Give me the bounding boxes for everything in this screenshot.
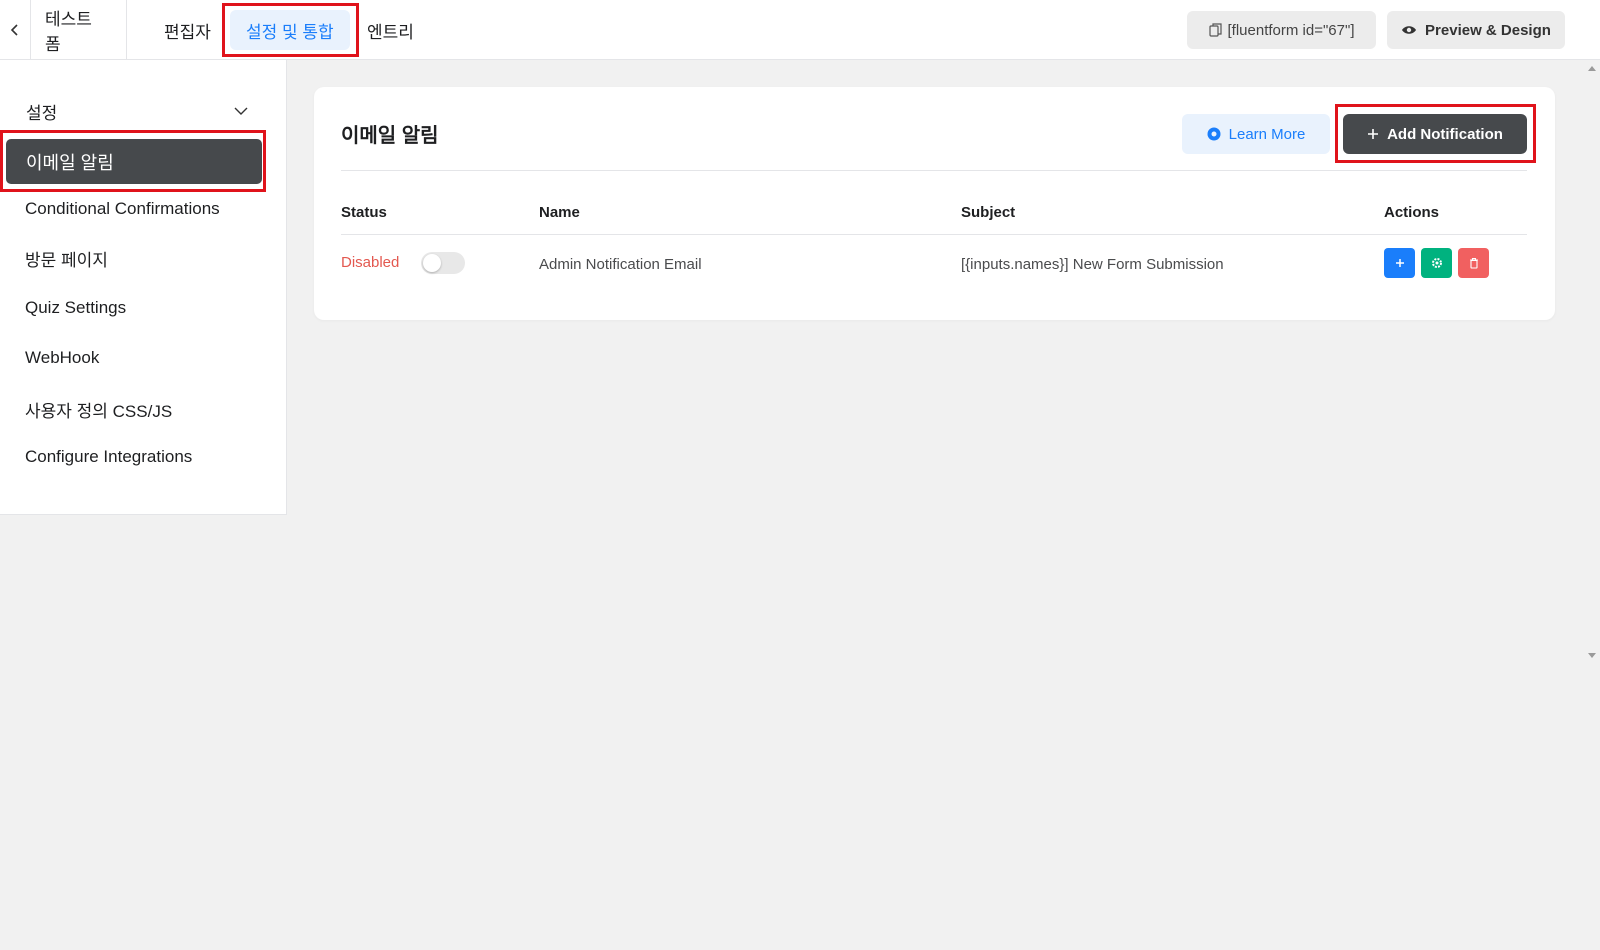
sidebar-item-landing-page[interactable]: 방문 페이지 [25,246,108,271]
back-button[interactable] [0,0,30,60]
gear-icon [1431,258,1442,268]
shortcode-copy-button[interactable]: [fluentform id="67"] [1187,11,1376,49]
sidebar-item-email-notifications[interactable]: 이메일 알림 [6,139,262,184]
shortcode-text: [fluentform id="67"] [1227,21,1355,39]
sidebar-item-custom-css-js[interactable]: 사용자 정의 CSS/JS [25,397,172,422]
notification-name: Admin Notification Email [539,256,702,273]
eye-icon [1402,26,1417,34]
trash-icon [1469,257,1478,269]
delete-button[interactable] [1458,248,1489,278]
page-scrollbar[interactable] [1584,60,1600,950]
email-notifications-card: 이메일 알림 Learn More Add Notification Statu… [314,87,1555,320]
form-title: 테스트 폼 [30,0,127,60]
column-header-status: Status [341,204,387,221]
column-header-name: Name [539,204,580,221]
learn-more-button[interactable]: Learn More [1182,114,1330,154]
tab-settings-integrations[interactable]: 설정 및 통합 [230,10,350,50]
learn-more-label: Learn More [1228,125,1306,143]
sidebar-settings-header[interactable]: 설정 [26,96,248,126]
edit-settings-button[interactable] [1421,248,1452,278]
preview-design-button[interactable]: Preview & Design [1387,11,1565,49]
duplicate-button[interactable] [1384,248,1415,278]
chevron-down-icon [234,107,248,115]
status-toggle[interactable] [421,252,465,274]
tab-editor[interactable]: 편집자 [164,8,211,52]
notification-subject: [{inputs.names}] New Form Submission [961,256,1224,273]
sidebar-header-label: 설정 [26,103,58,123]
chevron-left-icon [10,24,18,36]
plus-icon [1368,129,1379,139]
copy-icon [1208,23,1222,37]
top-bar: 테스트 폼 편집자 설정 및 통합 엔트리 [fluentform id="67… [0,0,1600,60]
tab-entries[interactable]: 엔트리 [367,8,414,52]
sidebar-item-quiz-settings[interactable]: Quiz Settings [25,298,126,318]
sidebar-item-webhook[interactable]: WebHook [25,348,99,368]
play-circle-icon [1207,127,1221,141]
add-notification-label: Add Notification [1387,125,1503,143]
sidebar-item-conditional-confirmations[interactable]: Conditional Confirmations [25,199,220,219]
settings-sidebar: 설정 이메일 알림 Conditional Confirmations 방문 페… [0,60,287,515]
divider [341,234,1527,235]
preview-design-label: Preview & Design [1425,21,1551,39]
add-notification-button[interactable]: Add Notification [1343,114,1527,154]
status-label: Disabled [341,254,400,271]
scroll-down-arrow-icon[interactable] [1588,653,1596,658]
scroll-up-arrow-icon[interactable] [1588,66,1596,71]
column-header-subject: Subject [961,204,1016,221]
divider [341,170,1527,171]
plus-icon [1395,259,1404,267]
column-header-actions: Actions [1384,204,1440,221]
page-title: 이메일 알림 [341,125,439,147]
sidebar-item-configure-integrations[interactable]: Configure Integrations [25,447,192,467]
toggle-knob [423,254,441,272]
